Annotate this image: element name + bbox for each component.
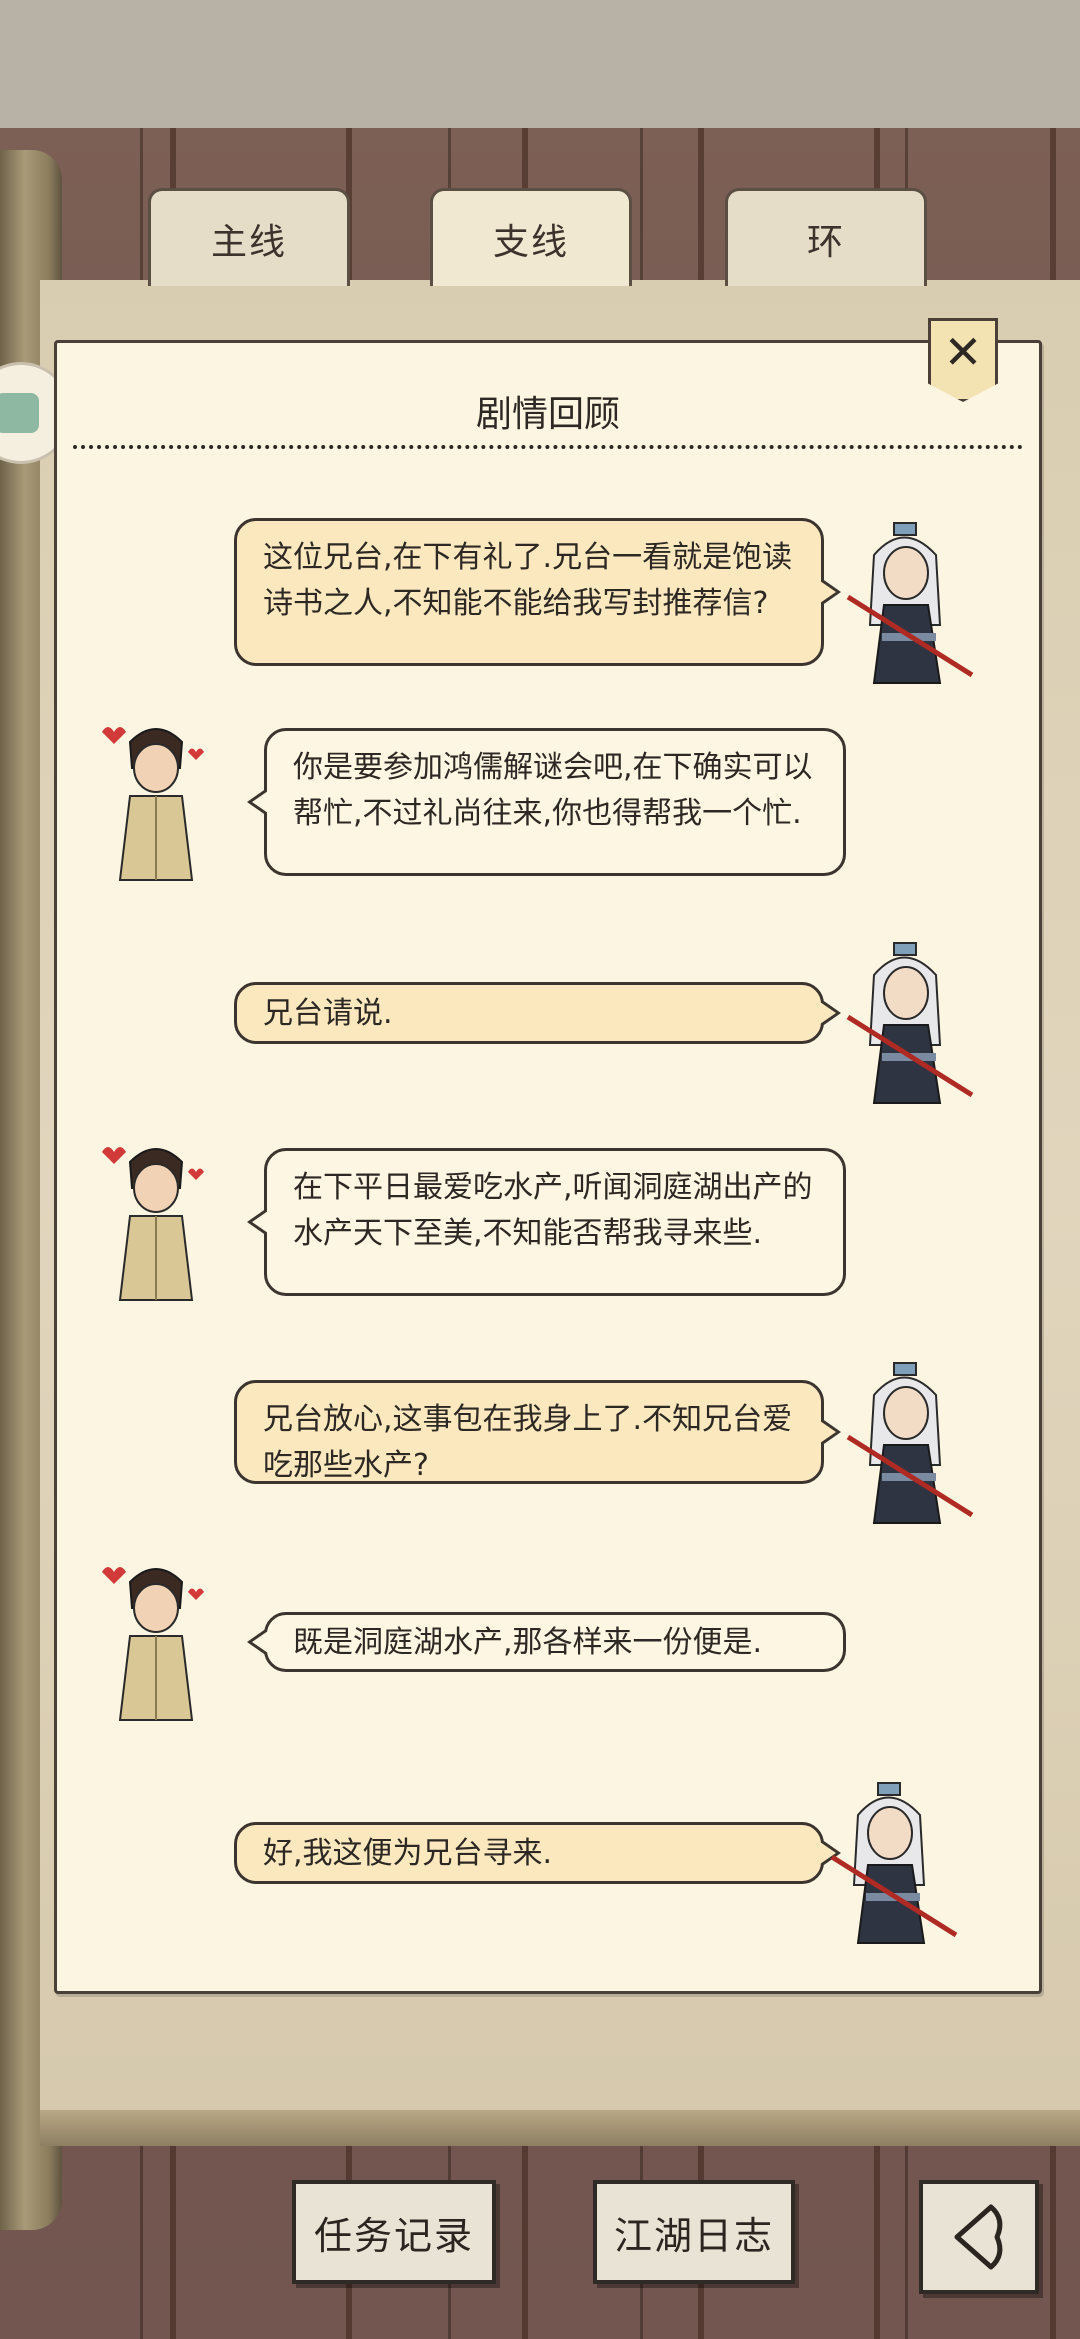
task-log-button[interactable]: 任务记录 (292, 2180, 496, 2284)
dialogue-text: 你是要参加鸿儒解谜会吧,在下确实可以帮忙,不过礼尚往来,你也得帮我一个忙. (293, 750, 813, 831)
swordsman-avatar (830, 1782, 958, 1944)
dialogue-bubble-3: 兄台请说. (234, 982, 841, 1044)
dialogue-text: 既是洞庭湖水产,那各样来一份便是. (293, 1625, 763, 1660)
tab-side-quest[interactable]: 支线 (430, 188, 632, 286)
dialogue-bubble-5: 兄台放心,这事包在我身上了.不知兄台爱吃那些水产? (234, 1380, 841, 1484)
dialogue-text: 好,我这便为兄台寻来. (263, 1836, 553, 1871)
dialogue-bubble-7: 好,我这便为兄台寻来. (234, 1822, 841, 1884)
panel-title: 剧情回顾 (475, 394, 620, 435)
scholar-avatar (102, 1147, 204, 1301)
tab-main-quest[interactable]: 主线 (148, 188, 350, 286)
dialogue-bubble-6: 既是洞庭湖水产,那各样来一份便是. (247, 1612, 846, 1672)
dialogue-bubble-1: 这位兄台,在下有礼了.兄台一看就是饱读诗书之人,不知能不能给我写封推荐信? (234, 518, 841, 666)
swordsman-avatar (846, 522, 974, 684)
back-button[interactable] (919, 2180, 1039, 2294)
jianghu-journal-button[interactable]: 江湖日志 (593, 2180, 795, 2284)
parchment-edge (40, 2110, 1080, 2146)
dialogue-bubble-2: 你是要参加鸿儒解谜会吧,在下确实可以帮忙,不过礼尚往来,你也得帮我一个忙. (247, 728, 846, 876)
scholar-avatar (102, 727, 204, 881)
dialogue-text: 兄台放心,这事包在我身上了.不知兄台爱吃那些水产? (263, 1402, 793, 1483)
dialogue-bubble-4: 在下平日最爱吃水产,听闻洞庭湖出产的水产天下至美,不知能否帮我寻来些. (247, 1148, 846, 1296)
dialogue-text: 在下平日最爱吃水产,听闻洞庭湖出产的水产天下至美,不知能否帮我寻来些. (293, 1170, 813, 1251)
tab-ring-quest[interactable]: 环 (725, 188, 927, 286)
swordsman-avatar (846, 942, 974, 1104)
status-bar-area (0, 0, 1080, 128)
dialogue-text: 这位兄台,在下有礼了.兄台一看就是饱读诗书之人,不知能不能给我写封推荐信? (263, 540, 793, 621)
swordsman-avatar (846, 1362, 974, 1524)
dialogue-text: 兄台请说. (263, 996, 393, 1031)
close-icon: ✕ (943, 325, 983, 379)
scholar-avatar (102, 1567, 204, 1721)
back-arrow-icon (954, 2204, 1003, 2270)
title-divider (73, 445, 1023, 449)
